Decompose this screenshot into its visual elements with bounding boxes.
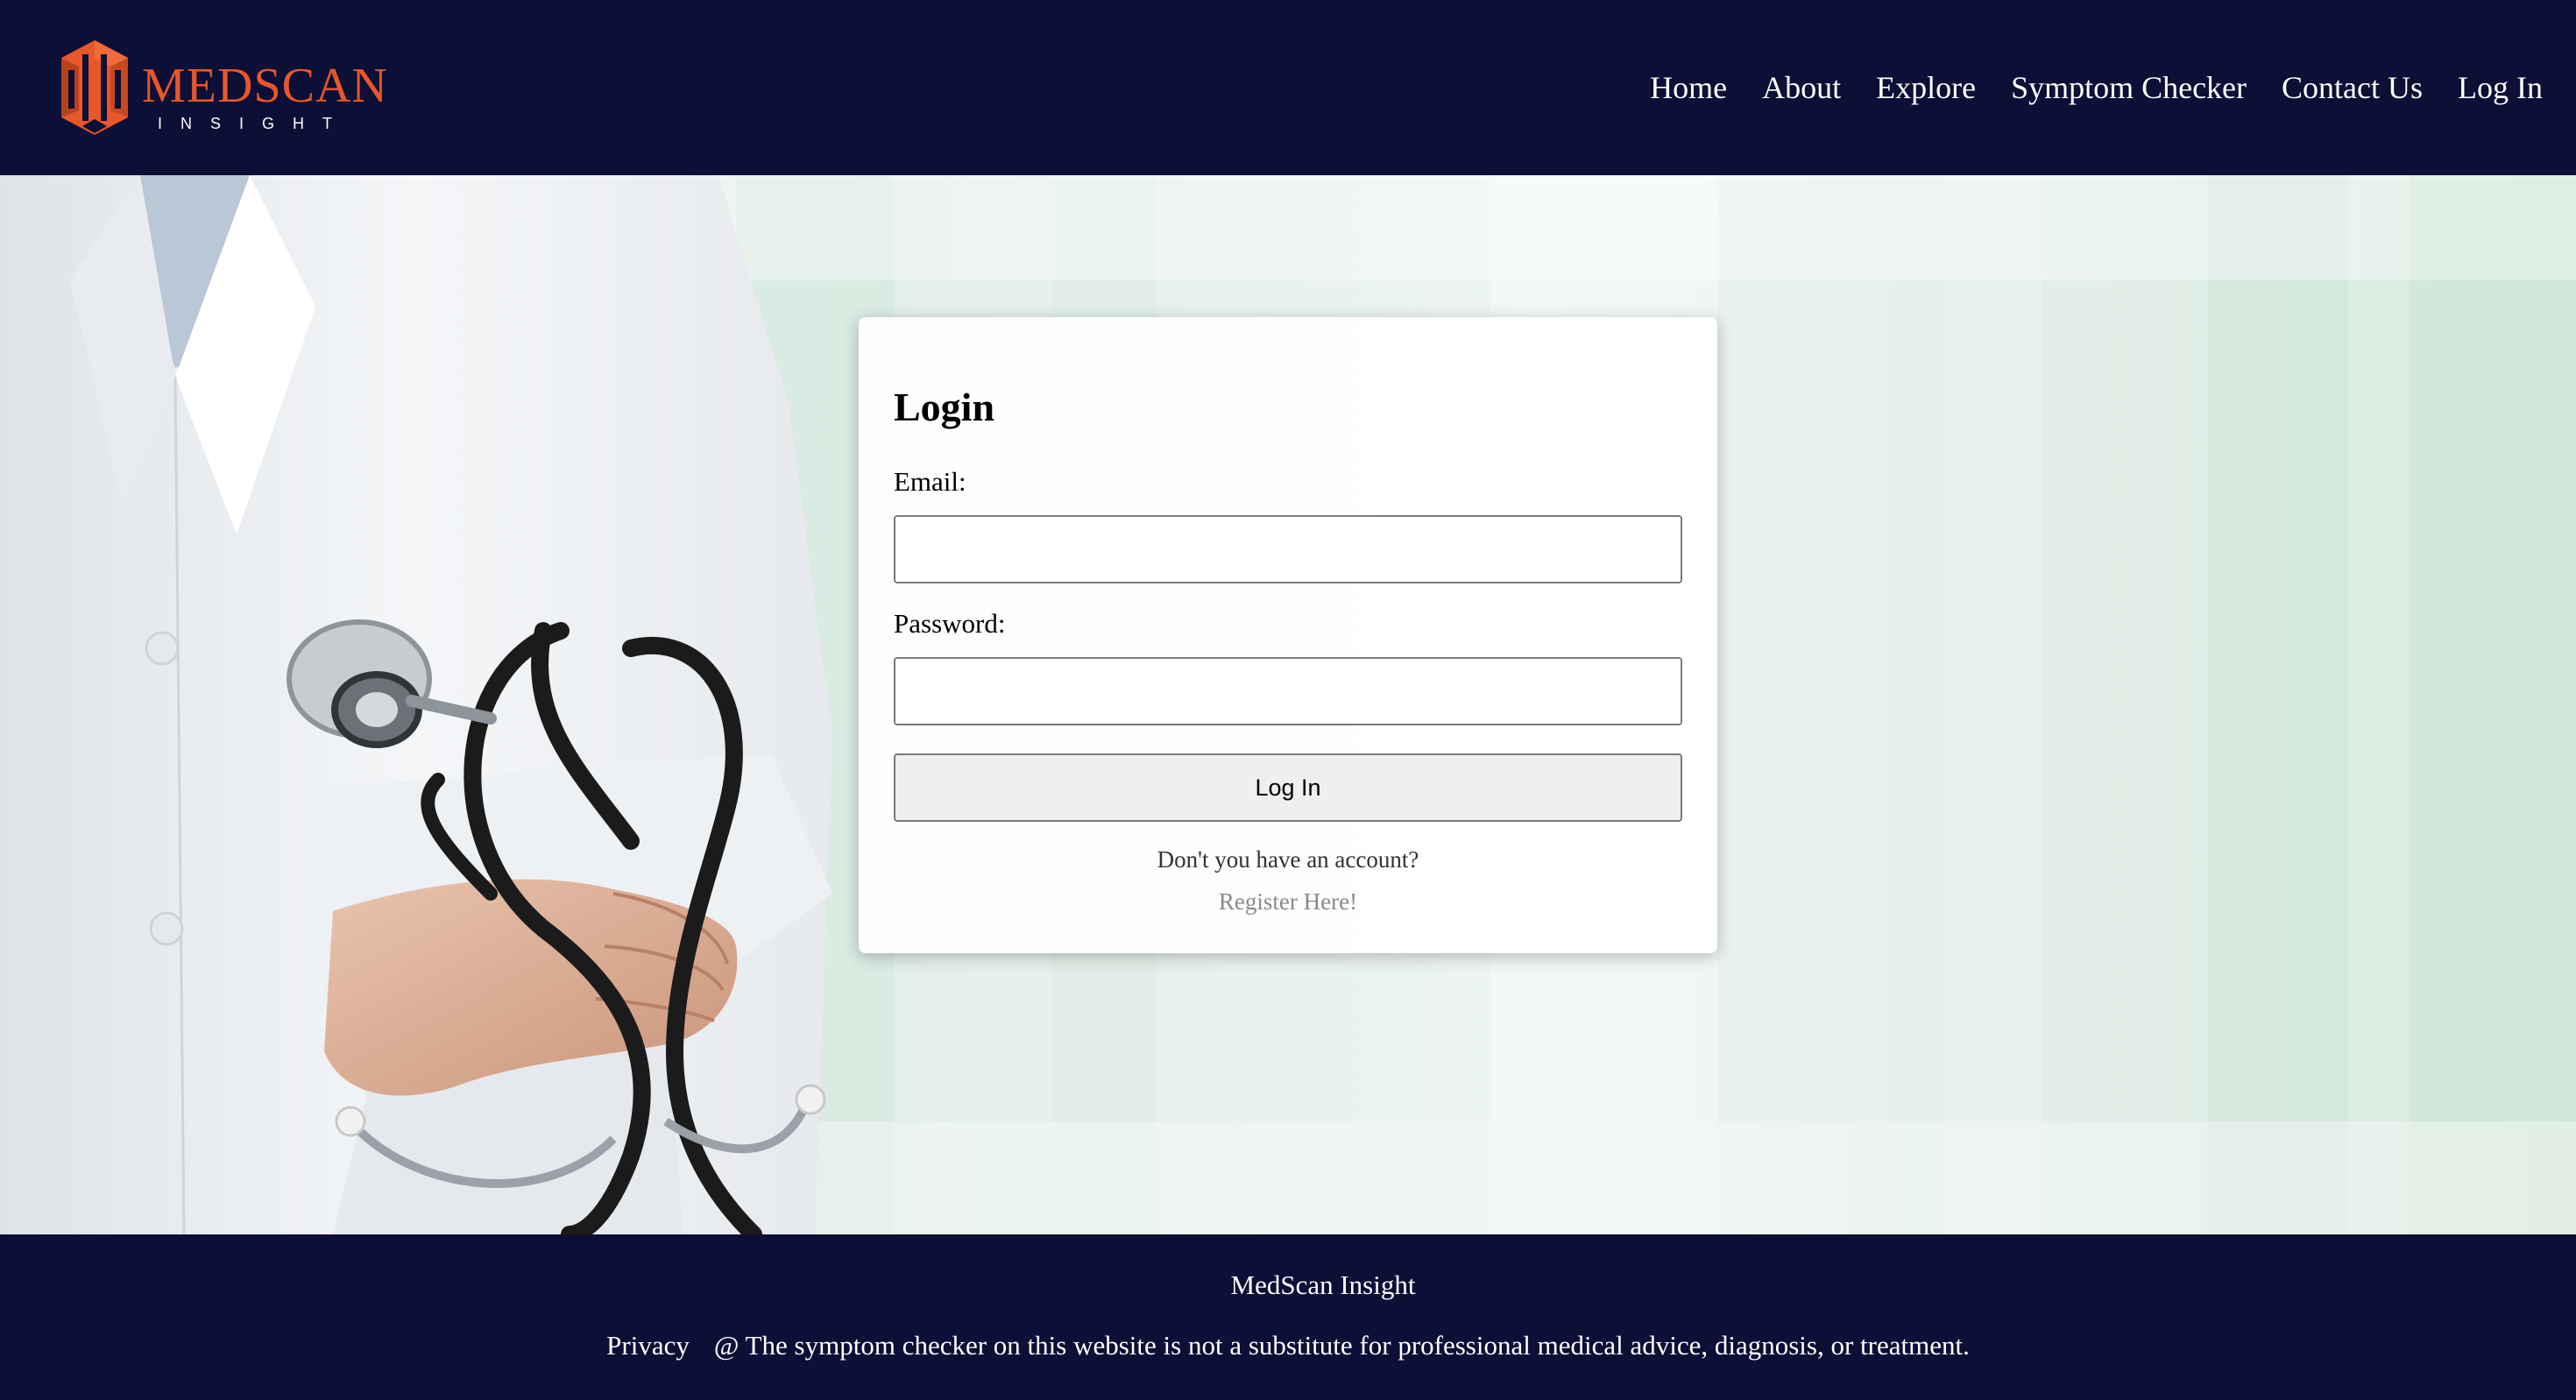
site-header: MEDSCAN INSIGHT Home About Explore Sympt…: [0, 0, 2576, 175]
medscan-logo[interactable]: MEDSCAN INSIGHT: [60, 39, 410, 137]
svg-text:MEDSCAN: MEDSCAN: [142, 59, 388, 113]
site-footer: MedScan Insight Privacy @ The symptom che…: [0, 1234, 2576, 1400]
footer-disclaimer: @ The symptom checker on this website is…: [713, 1330, 1970, 1361]
log-in-button[interactable]: Log In: [894, 753, 1682, 822]
nav-explore[interactable]: Explore: [1876, 61, 1976, 114]
email-label: Email:: [894, 466, 966, 497]
password-label: Password:: [894, 608, 1006, 639]
footer-line: Privacy @ The symptom checker on this web…: [0, 1330, 2576, 1361]
login-card: Login Email: Password: Log In Don't you …: [859, 317, 1717, 953]
no-account-text: Don't you have an account?: [1157, 846, 1419, 873]
svg-text:INSIGHT: INSIGHT: [158, 115, 350, 132]
footer-brand: MedScan Insight: [1230, 1269, 1416, 1300]
logo-mark-icon: MEDSCAN INSIGHT: [61, 40, 388, 135]
hero-section: Login Email: Password: Log In Don't you …: [0, 175, 2576, 1234]
nav-log-in[interactable]: Log In: [2458, 61, 2543, 114]
privacy-link[interactable]: Privacy: [606, 1330, 690, 1361]
nav-symptom-checker[interactable]: Symptom Checker: [2011, 61, 2247, 114]
register-link[interactable]: Register Here!: [859, 888, 1717, 916]
nav-contact-us[interactable]: Contact Us: [2282, 61, 2423, 114]
login-title: Login: [894, 385, 995, 429]
nav-home[interactable]: Home: [1650, 61, 1727, 114]
nav-about[interactable]: About: [1762, 61, 1841, 114]
email-input[interactable]: [894, 515, 1682, 583]
main-nav: Home About Explore Symptom Checker Conta…: [1615, 61, 2543, 114]
password-input[interactable]: [894, 657, 1682, 725]
